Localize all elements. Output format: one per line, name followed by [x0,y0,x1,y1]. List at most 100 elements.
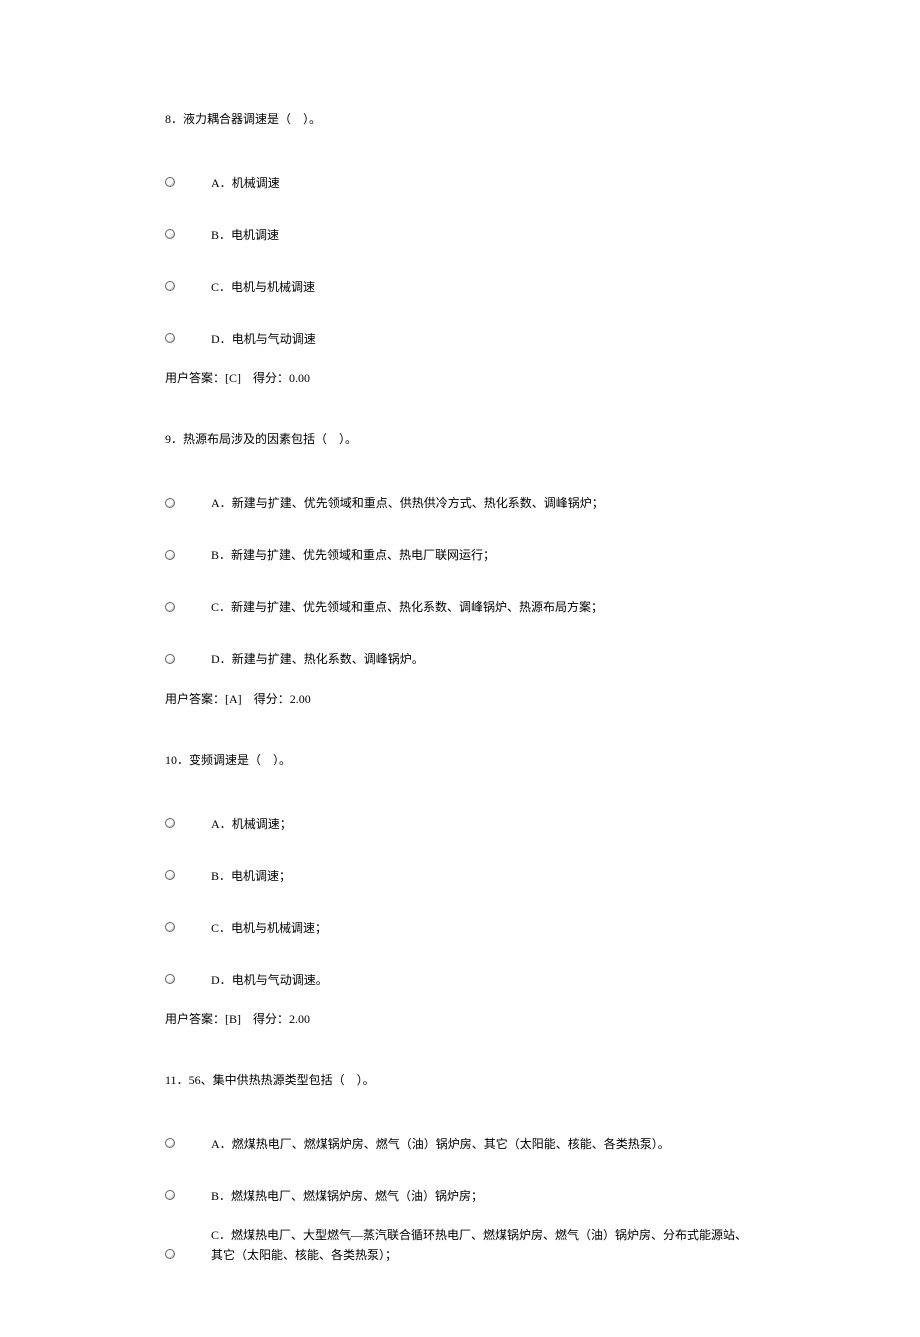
user-answer-value: [C] [225,371,241,385]
question-separator: ． [177,1073,189,1087]
question-number: 11 [165,1073,177,1087]
radio-icon[interactable] [165,1190,175,1200]
option-letter: B [211,869,219,883]
option-letter: B [211,548,219,562]
option-row[interactable]: B．电机调速； [165,854,755,886]
option-row[interactable]: A．燃煤热电厂、燃煤锅炉房、燃气（油）锅炉房、其它（太阳能、核能、各类热泵）。 [165,1122,755,1154]
option-letter: D [211,332,220,346]
option-row[interactable]: A．机械调速 [165,161,755,193]
question-prompt: 56、集中供热热源类型包括（ ）。 [189,1073,375,1087]
user-answer-value: [A] [225,692,242,706]
radio-icon[interactable] [165,922,175,932]
option-row[interactable]: A．新建与扩建、优先领域和重点、供热供冷方式、热化系数、调峰锅炉； [165,482,755,514]
option-letter: A [211,496,220,510]
option-row[interactable]: C．新建与扩建、优先领域和重点、热化系数、调峰锅炉、热源布局方案； [165,586,755,618]
user-answer-label: 用户答案： [165,692,225,706]
option-row[interactable]: B．电机调速 [165,213,755,245]
option-row[interactable]: D．电机与气动调速。 [165,958,755,990]
radio-icon[interactable] [165,870,175,880]
question-separator: ． [171,432,183,446]
option-text: D．新建与扩建、热化系数、调峰锅炉。 [211,650,424,669]
option-letter: C [211,600,219,614]
user-answer-line: 用户答案：[C] 得分：0.00 [165,369,755,388]
score-label: 得分： [254,692,290,706]
score-label: 得分： [253,371,289,385]
radio-icon[interactable] [165,333,175,343]
option-text: B．电机调速 [211,226,279,245]
option-text: A．机械调速； [211,815,292,834]
option-content: 电机与机械调速； [231,921,327,935]
option-letter: C [211,280,219,294]
option-row[interactable]: D．电机与气动调速 [165,317,755,349]
question-block: 11．56、集中供热热源类型包括（ ）。 A．燃煤热电厂、燃煤锅炉房、燃气（油）… [165,1071,755,1265]
option-content: 机械调速 [232,176,280,190]
option-letter: C [211,1228,219,1242]
score-value: 2.00 [290,692,311,706]
option-text: C．电机与机械调速 [211,278,315,297]
radio-icon[interactable] [165,654,175,664]
radio-icon[interactable] [165,1138,175,1148]
option-row[interactable]: A．机械调速； [165,802,755,834]
option-content: 电机与机械调速 [231,280,315,294]
radio-icon[interactable] [165,818,175,828]
question-number: 10 [165,753,177,767]
option-letter: B [211,1189,219,1203]
user-answer-label: 用户答案： [165,371,225,385]
option-row[interactable]: D．新建与扩建、热化系数、调峰锅炉。 [165,638,755,670]
option-content: 燃煤热电厂、大型燃气—蒸汽联合循环热电厂、燃煤锅炉房、燃气（油）锅炉房、分布式能… [211,1228,747,1261]
option-content: 电机与气动调速。 [232,973,328,987]
option-text: D．电机与气动调速 [211,330,316,349]
option-content: 新建与扩建、优先领域和重点、热化系数、调峰锅炉、热源布局方案； [231,600,603,614]
score-label: 得分： [253,1012,289,1026]
option-text: B．电机调速； [211,867,291,886]
option-row[interactable]: C．电机与机械调速； [165,906,755,938]
option-letter: D [211,973,220,987]
radio-icon[interactable] [165,550,175,560]
radio-icon[interactable] [165,1249,175,1259]
question-block: 10．变频调速是（ ）。 A．机械调速； B．电机调速； C．电机与机械调速； … [165,751,755,1029]
user-answer-line: 用户答案：[B] 得分：2.00 [165,1010,755,1029]
question-list: 8．液力耦合器调速是（ ）。 A．机械调速 B．电机调速 C．电机与机械调速 D… [165,110,755,1265]
option-letter: C [211,921,219,935]
user-answer-label: 用户答案： [165,1012,225,1026]
option-text: A．机械调速 [211,174,280,193]
option-content: 电机调速； [231,869,291,883]
question-text: 8．液力耦合器调速是（ ）。 [165,110,755,129]
radio-icon[interactable] [165,281,175,291]
question-prompt: 变频调速是（ ）。 [189,753,291,767]
question-prompt: 液力耦合器调速是（ ）。 [183,112,321,126]
question-block: 9．热源布局涉及的因素包括（ ）。 A．新建与扩建、优先领域和重点、供热供冷方式… [165,430,755,708]
option-row[interactable]: B．新建与扩建、优先领域和重点、热电厂联网运行； [165,534,755,566]
option-text: C．电机与机械调速； [211,919,327,938]
score-value: 2.00 [289,1012,310,1026]
option-content: 新建与扩建、热化系数、调峰锅炉。 [232,652,424,666]
option-content: 新建与扩建、优先领域和重点、供热供冷方式、热化系数、调峰锅炉； [232,496,604,510]
option-text: D．电机与气动调速。 [211,971,328,990]
radio-icon[interactable] [165,498,175,508]
option-text: C．燃煤热电厂、大型燃气—蒸汽联合循环热电厂、燃煤锅炉房、燃气（油）锅炉房、分布… [211,1226,755,1264]
option-text: B．新建与扩建、优先领域和重点、热电厂联网运行； [211,546,495,565]
option-row[interactable]: C．电机与机械调速 [165,265,755,297]
radio-icon[interactable] [165,602,175,612]
option-content: 机械调速； [232,817,292,831]
option-text: C．新建与扩建、优先领域和重点、热化系数、调峰锅炉、热源布局方案； [211,598,603,617]
option-content: 电机与气动调速 [232,332,316,346]
question-text: 10．变频调速是（ ）。 [165,751,755,770]
radio-icon[interactable] [165,177,175,187]
option-letter: A [211,817,220,831]
option-letter: D [211,652,220,666]
option-letter: A [211,176,220,190]
radio-icon[interactable] [165,229,175,239]
option-row[interactable]: B．燃煤热电厂、燃煤锅炉房、燃气（油）锅炉房； [165,1174,755,1206]
score-value: 0.00 [289,371,310,385]
option-row[interactable]: C．燃煤热电厂、大型燃气—蒸汽联合循环热电厂、燃煤锅炉房、燃气（油）锅炉房、分布… [165,1226,755,1264]
question-block: 8．液力耦合器调速是（ ）。 A．机械调速 B．电机调速 C．电机与机械调速 D… [165,110,755,388]
option-content: 新建与扩建、优先领域和重点、热电厂联网运行； [231,548,495,562]
option-content: 电机调速 [231,228,279,242]
option-text: B．燃煤热电厂、燃煤锅炉房、燃气（油）锅炉房； [211,1187,483,1206]
radio-icon[interactable] [165,974,175,984]
option-letter: B [211,228,219,242]
question-text: 11．56、集中供热热源类型包括（ ）。 [165,1071,755,1090]
question-text: 9．热源布局涉及的因素包括（ ）。 [165,430,755,449]
question-separator: ． [177,753,189,767]
